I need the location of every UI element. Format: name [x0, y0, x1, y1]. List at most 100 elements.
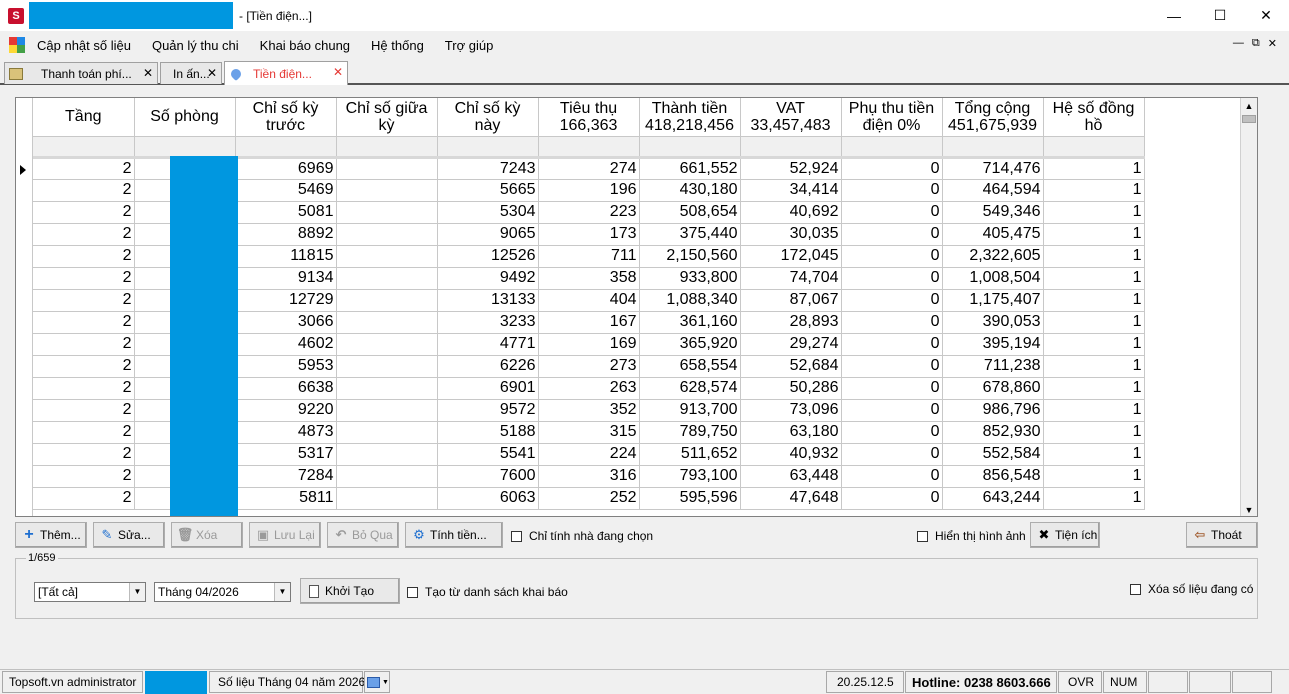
menu-cap-nhat-so-lieu[interactable]: Cập nhật số liệu	[37, 38, 131, 53]
tab-in-an[interactable]: In ấn... ✕	[160, 62, 222, 84]
table-cell[interactable]	[336, 201, 438, 224]
table-cell[interactable]: 9492	[437, 267, 539, 290]
filter-cell[interactable]	[134, 136, 236, 159]
filter-cell[interactable]	[538, 136, 640, 159]
table-cell[interactable]: 4771	[437, 333, 539, 356]
filter-cell[interactable]	[639, 136, 741, 159]
scroll-down-icon[interactable]: ▼	[1241, 502, 1257, 516]
filter-cell[interactable]	[1043, 136, 1145, 159]
table-cell[interactable]: 2	[33, 355, 135, 378]
vertical-scrollbar[interactable]: ▲ ▼	[1240, 98, 1257, 516]
table-cell[interactable]	[336, 223, 438, 246]
table-cell[interactable]: 2,150,560	[639, 245, 741, 268]
table-cell[interactable]	[336, 289, 438, 312]
table-cell[interactable]: 1	[1043, 267, 1145, 290]
minimize-button[interactable]: —	[1151, 0, 1197, 31]
table-cell[interactable]: 273	[538, 355, 640, 378]
table-cell[interactable]: 40,692	[740, 201, 842, 224]
table-cell[interactable]: 6638	[235, 377, 337, 400]
checkbox-box[interactable]	[1130, 583, 1141, 595]
table-cell[interactable]: 2	[33, 267, 135, 290]
table-cell[interactable]: 167	[538, 311, 640, 334]
table-cell[interactable]: 793,100	[639, 465, 741, 488]
table-cell[interactable]: 1	[1043, 245, 1145, 268]
table-cell[interactable]: 1,175,407	[942, 289, 1044, 312]
table-cell[interactable]: 358	[538, 267, 640, 290]
table-cell[interactable]: 3233	[437, 311, 539, 334]
table-cell[interactable]: 5304	[437, 201, 539, 224]
table-cell[interactable]: 2	[33, 311, 135, 334]
checkbox-box[interactable]	[407, 586, 418, 598]
table-cell[interactable]: 0	[841, 443, 943, 466]
table-cell[interactable]: 12526	[437, 245, 539, 268]
exit-button[interactable]: ⇦ Thoát	[1186, 522, 1258, 548]
table-cell[interactable]: 315	[538, 421, 640, 444]
table-cell[interactable]: 986,796	[942, 399, 1044, 422]
table-cell[interactable]: 2	[33, 245, 135, 268]
table-cell[interactable]: 395,194	[942, 333, 1044, 356]
table-cell[interactable]: 47,648	[740, 487, 842, 510]
table-cell[interactable]	[336, 399, 438, 422]
table-cell[interactable]: 7243	[437, 157, 539, 180]
calculate-button[interactable]: ⚙ Tính tiền...	[405, 522, 503, 548]
table-cell[interactable]: 73,096	[740, 399, 842, 422]
table-cell[interactable]	[336, 443, 438, 466]
table-cell[interactable]: 1	[1043, 201, 1145, 224]
table-cell[interactable]: 464,594	[942, 179, 1044, 202]
table-cell[interactable]: 1	[1043, 399, 1145, 422]
table-cell[interactable]: 1	[1043, 355, 1145, 378]
table-cell[interactable]: 40,932	[740, 443, 842, 466]
table-cell[interactable]: 9572	[437, 399, 539, 422]
table-cell[interactable]: 87,067	[740, 289, 842, 312]
table-cell[interactable]: 0	[841, 267, 943, 290]
filter-dropdown[interactable]: [Tất cả] ▼	[34, 582, 146, 602]
column-header[interactable]: Chỉ số kỳ trước	[235, 98, 337, 137]
table-cell[interactable]: 274	[538, 157, 640, 180]
table-cell[interactable]: 252	[538, 487, 640, 510]
table-cell[interactable]: 5469	[235, 179, 337, 202]
table-cell[interactable]: 0	[841, 399, 943, 422]
table-cell[interactable]: 29,274	[740, 333, 842, 356]
table-cell[interactable]: 1	[1043, 465, 1145, 488]
table-cell[interactable]: 789,750	[639, 421, 741, 444]
month-dropdown[interactable]: Tháng 04/2026 ▼	[154, 582, 291, 602]
table-cell[interactable]: 30,035	[740, 223, 842, 246]
table-cell[interactable]	[336, 333, 438, 356]
filter-cell[interactable]	[942, 136, 1044, 159]
filter-cell[interactable]	[740, 136, 842, 159]
tab-close-icon[interactable]: ✕	[333, 65, 343, 79]
table-cell[interactable]: 2	[33, 399, 135, 422]
table-cell[interactable]: 1	[1043, 157, 1145, 180]
column-header[interactable]: Tầng	[33, 98, 135, 137]
column-header[interactable]: Phụ thu tiền điện 0%	[841, 98, 943, 137]
table-cell[interactable]: 4602	[235, 333, 337, 356]
table-cell[interactable]: 5953	[235, 355, 337, 378]
table-cell[interactable]: 172,045	[740, 245, 842, 268]
table-cell[interactable]: 1	[1043, 421, 1145, 444]
table-cell[interactable]: 933,800	[639, 267, 741, 290]
from-list-checkbox[interactable]: Tạo từ danh sách khai báo	[407, 585, 568, 599]
table-cell[interactable]: 1	[1043, 289, 1145, 312]
table-cell[interactable]: 13133	[437, 289, 539, 312]
table-cell[interactable]: 1	[1043, 487, 1145, 510]
tab-thanh-toan-phi[interactable]: Thanh toán phí... ✕	[4, 62, 158, 84]
column-header[interactable]: Số phòng	[134, 98, 236, 137]
table-cell[interactable]: 34,414	[740, 179, 842, 202]
menu-quan-ly-thu-chi[interactable]: Quản lý thu chi	[152, 38, 239, 53]
table-cell[interactable]: 856,548	[942, 465, 1044, 488]
table-cell[interactable]: 0	[841, 223, 943, 246]
table-cell[interactable]: 375,440	[639, 223, 741, 246]
table-cell[interactable]: 511,652	[639, 443, 741, 466]
table-cell[interactable]: 2	[33, 223, 135, 246]
table-cell[interactable]: 11815	[235, 245, 337, 268]
table-cell[interactable]: 711	[538, 245, 640, 268]
table-cell[interactable]	[336, 465, 438, 488]
table-cell[interactable]: 7600	[437, 465, 539, 488]
table-cell[interactable]: 6063	[437, 487, 539, 510]
table-cell[interactable]: 2	[33, 487, 135, 510]
table-cell[interactable]: 0	[841, 465, 943, 488]
filter-cell[interactable]	[437, 136, 539, 159]
table-cell[interactable]: 0	[841, 201, 943, 224]
table-cell[interactable]: 5317	[235, 443, 337, 466]
table-cell[interactable]: 365,920	[639, 333, 741, 356]
